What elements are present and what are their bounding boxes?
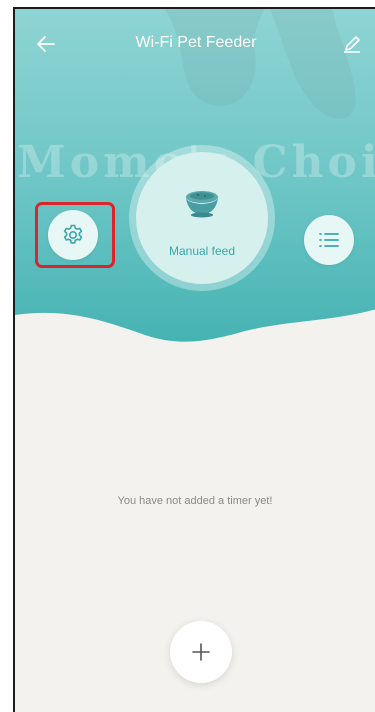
gear-icon xyxy=(63,224,83,244)
manual-feed-inner: Manual feed xyxy=(136,152,268,284)
edit-button[interactable] xyxy=(339,31,365,57)
list-icon xyxy=(319,233,339,247)
manual-feed-button[interactable]: Manual feed xyxy=(129,145,275,291)
pencil-icon xyxy=(344,36,360,53)
pet-bowl-icon xyxy=(186,191,218,218)
app-screen: Momo's Choi Wi-Fi Pet Feeder Manual feed… xyxy=(13,7,375,712)
settings-button[interactable] xyxy=(48,210,98,260)
top-bar: Wi-Fi Pet Feeder xyxy=(15,9,375,73)
manual-feed-label: Manual feed xyxy=(168,244,236,258)
page-title: Wi-Fi Pet Feeder xyxy=(135,34,257,51)
feed-log-button[interactable] xyxy=(304,215,354,265)
plus-icon xyxy=(192,643,210,661)
empty-timers-message: You have not added a timer yet! xyxy=(117,495,273,507)
add-timer-button[interactable] xyxy=(170,621,232,683)
